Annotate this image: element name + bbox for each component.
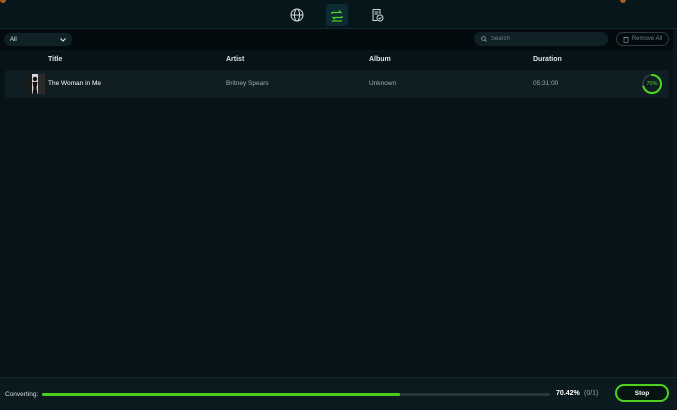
track-title: The Woman in Me [48,80,101,87]
remove-all-button[interactable]: Remove All [616,32,669,46]
remove-all-label: Remove All [631,36,663,42]
table-row[interactable]: The Woman in Me Britney Spears Unknown 0… [5,70,669,98]
conversion-footer: Converting: 70.42% (0/1) Stop [0,377,677,410]
stop-button[interactable]: Stop [615,384,669,402]
overall-progress-bar [42,393,550,396]
tab-converting[interactable] [326,4,348,26]
filter-dropdown[interactable]: All [4,33,72,46]
list-toolbar: All Remove All [0,29,677,50]
track-duration: 05:31:00 [533,80,559,87]
column-duration[interactable]: Duration [533,56,562,63]
window-dot-left [0,0,6,3]
track-artist: Britney Spears [226,80,269,87]
overall-progress-fill [42,393,400,396]
tab-web[interactable] [286,4,308,26]
filter-value: All [10,36,17,43]
convert-icon [331,10,343,22]
top-navigation-bar [0,0,677,29]
converted-file-icon [372,9,384,22]
track-album: Unknown [369,80,397,87]
scrollbar[interactable] [673,29,677,377]
globe-icon [290,8,304,22]
search-icon [481,36,487,42]
column-title[interactable]: Title [48,56,62,63]
album-art-icon [25,74,45,94]
chevron-down-icon [60,37,66,42]
window-dot-right [620,0,626,3]
tab-converted[interactable] [366,4,388,26]
column-album[interactable]: Album [369,56,391,63]
track-progress-ring: 70% [641,73,663,95]
search-box[interactable] [474,32,608,46]
column-artist[interactable]: Artist [226,56,244,63]
overall-progress-percent: 70.42% [556,390,580,397]
overall-progress-count: (0/1) [584,390,599,397]
converting-label: Converting: [5,391,39,398]
track-progress-label: 70% [646,81,658,87]
search-input[interactable] [491,36,601,42]
trash-icon [623,36,629,43]
album-cover [25,74,45,94]
table-header: Title Artist Album Duration [0,50,677,68]
